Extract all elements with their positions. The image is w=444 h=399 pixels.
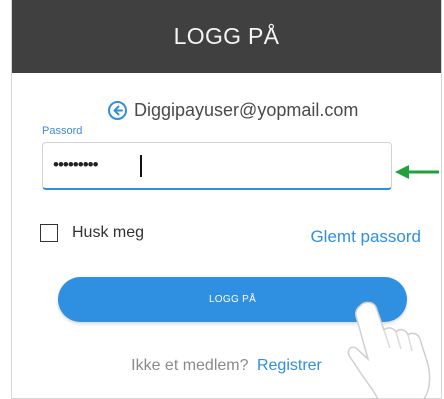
login-header: LOGG PÅ <box>12 0 441 73</box>
remember-me[interactable]: Husk meg <box>40 224 144 242</box>
password-field[interactable]: ••••••••• <box>42 142 392 190</box>
register-link[interactable]: Registrer <box>257 357 322 374</box>
remember-me-checkbox[interactable] <box>40 224 58 242</box>
account-row: Diggipayuser@yopmail.com <box>108 97 358 123</box>
page-background <box>0 0 11 399</box>
pointing-hand-icon <box>347 301 431 399</box>
remember-me-label: Husk meg <box>72 224 145 241</box>
text-caret <box>140 155 142 177</box>
arrow-left-circle-icon[interactable] <box>108 100 127 120</box>
forgot-password-link[interactable]: Glemt passord <box>310 227 421 247</box>
annotation-arrow-icon <box>395 165 439 179</box>
password-label: Passord <box>42 125 83 137</box>
login-title: LOGG PÅ <box>173 23 280 49</box>
login-button-label: LOGG PÅ <box>208 294 257 305</box>
account-email: Diggipayuser@yopmail.com <box>134 99 359 120</box>
password-value: ••••••••• <box>53 155 99 174</box>
signup-text: Ikke et medlem? <box>131 357 249 374</box>
